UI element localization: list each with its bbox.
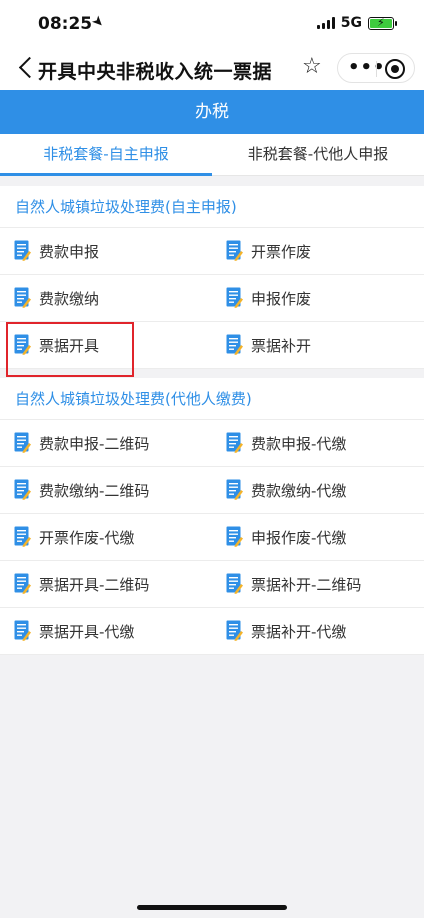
menu-item-label: 票据补开-代缴 [251,622,347,641]
menu-item[interactable]: 票据补开-代缴 [226,608,346,654]
page-title: 开具中央非税收入统一票据 [38,61,273,83]
battery-icon: ⚡ [368,16,397,30]
table-row: 票据开具-代缴 票据补开-代缴 [0,608,424,655]
mini-program-capsule: ••• [337,53,415,83]
menu-item-label: 票据开具-二维码 [39,575,150,594]
table-row: 费款缴纳-二维码 费款缴纳-代缴 [0,467,424,514]
menu-item-label: 申报作废 [251,289,312,308]
document-pencil-icon [14,240,31,262]
menu-item[interactable]: 票据补开-二维码 [226,561,361,607]
document-pencil-icon [226,526,243,548]
signal-icon [316,17,335,29]
active-tab-indicator [0,173,212,176]
menu-item[interactable]: 申报作废 [226,275,311,321]
document-pencil-icon [226,334,243,356]
document-pencil-icon [14,620,31,642]
menu-item[interactable]: 票据开具-代缴 [14,608,134,654]
nav-bar: 开具中央非税收入统一票据 ☆ ••• [0,46,424,90]
home-indicator [137,905,287,910]
menu-item-label: 票据补开 [251,336,312,355]
menu-item[interactable]: 费款缴纳 [14,275,99,321]
menu-item-label: 申报作废-代缴 [251,528,347,547]
section-proxy-pay: 自然人城镇垃圾处理费(代他人缴费) 费款申报-二维码 费款申报-代缴 费款缴纳-… [0,378,424,655]
menu-item[interactable]: 费款申报-代缴 [226,420,346,466]
document-pencil-icon [14,432,31,454]
tab-proxy-declare[interactable]: 非税套餐-代他人申报 [212,134,424,176]
star-icon[interactable]: ☆ [302,56,322,78]
menu-item[interactable]: 开票作废 [226,228,311,274]
table-row: 开票作废-代缴 申报作废-代缴 [0,514,424,561]
document-pencil-icon [226,287,243,309]
section-title: 自然人城镇垃圾处理费(自主申报) [0,186,424,228]
document-pencil-icon [14,526,31,548]
section-title: 自然人城镇垃圾处理费(代他人缴费) [0,378,424,420]
document-pencil-icon [226,620,243,642]
menu-item-label: 费款缴纳-二维码 [39,481,150,500]
menu-item-label: 费款缴纳 [39,289,100,308]
menu-item-label: 费款申报-二维码 [39,434,150,453]
document-pencil-icon [14,573,31,595]
menu-item[interactable]: 申报作废-代缴 [226,514,346,560]
menu-item-label: 票据补开-二维码 [251,575,362,594]
document-pencil-icon [226,240,243,262]
menu-item-label: 票据开具-代缴 [39,622,135,641]
document-pencil-icon [14,479,31,501]
menu-item[interactable]: 费款申报-二维码 [14,420,149,466]
table-row: 费款申报-二维码 费款申报-代缴 [0,420,424,467]
capsule-divider [376,61,377,77]
status-time: 08:25 [38,14,93,34]
menu-item[interactable]: 费款缴纳-代缴 [226,467,346,513]
more-icon[interactable]: ••• [348,57,386,78]
network-label: 5G [340,15,362,31]
tab-bar: 非税套餐-自主申报 非税套餐-代他人申报 [0,134,424,176]
close-target-icon[interactable] [385,59,405,79]
document-pencil-icon [226,479,243,501]
document-pencil-icon [226,573,243,595]
menu-item[interactable]: 开票作废-代缴 [14,514,134,560]
menu-item[interactable]: 票据开具-二维码 [14,561,149,607]
table-row: 费款缴纳 申报作废 [0,275,424,322]
document-pencil-icon [226,432,243,454]
menu-item-label: 开票作废 [251,242,312,261]
table-row: 票据开具-二维码 票据补开-二维码 [0,561,424,608]
menu-item[interactable]: 票据补开 [226,322,311,368]
back-icon[interactable] [14,54,38,82]
menu-item-label: 费款缴纳-代缴 [251,481,347,500]
menu-item[interactable]: 费款缴纳-二维码 [14,467,149,513]
menu-item-label: 开票作废-代缴 [39,528,135,547]
table-row: 费款申报 开票作废 [0,228,424,275]
menu-item[interactable]: 费款申报 [14,228,99,274]
header-banner: 办税 [0,90,424,134]
tab-self-declare[interactable]: 非税套餐-自主申报 [0,134,212,176]
document-pencil-icon [14,287,31,309]
highlight-box [6,322,134,377]
status-bar: 08:25 ➤ 5G ⚡ [0,0,424,46]
status-indicators: 5G ⚡ [316,15,397,31]
menu-item-label: 费款申报-代缴 [251,434,347,453]
menu-item-label: 费款申报 [39,242,100,261]
